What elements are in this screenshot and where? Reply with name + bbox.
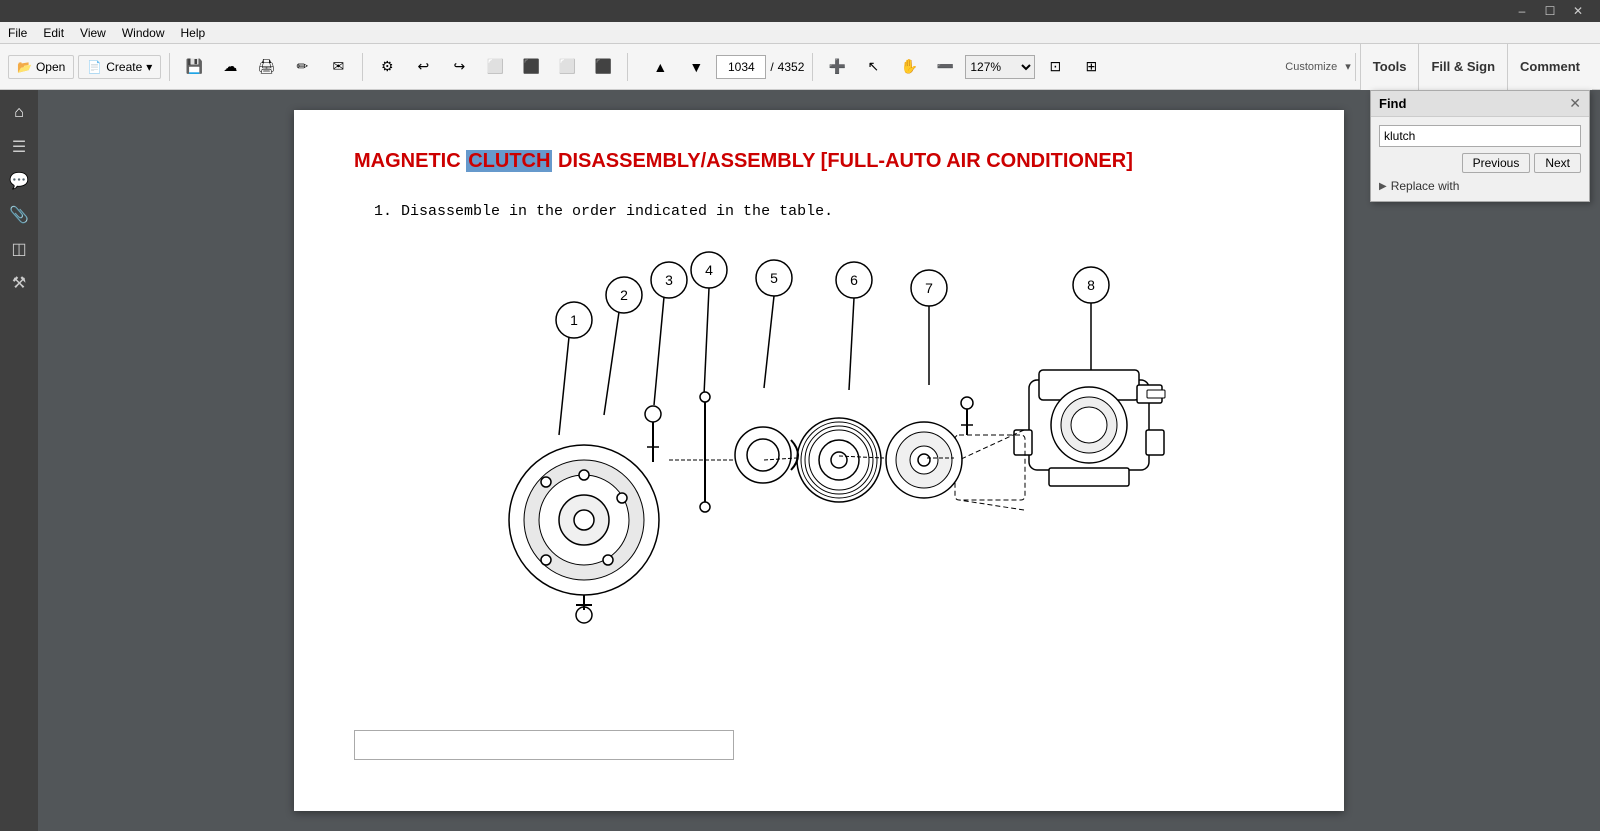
page-separator: / [770, 60, 773, 74]
page-number-input[interactable] [716, 55, 766, 79]
open-icon: 📂 [17, 60, 32, 74]
divider-1 [169, 53, 170, 81]
hand-tool-button[interactable]: ✋ [893, 51, 925, 83]
create-button[interactable]: 📄 Create ▾ [78, 55, 161, 79]
diagram-area: 8 [354, 240, 1284, 710]
left-sidebar: ⌂ ☰ 💬 📎 ◫ ⚒ [0, 90, 38, 831]
comment-button[interactable]: Comment [1507, 44, 1592, 90]
sidebar-item-layers[interactable]: ◫ [4, 234, 34, 264]
pdf-page: MAGNETIC CLUTCH DISASSEMBLY/ASSEMBLY [FU… [294, 110, 1344, 811]
replace-label: Replace with [1391, 179, 1460, 193]
customize-arrow-icon: ▾ [1345, 60, 1351, 73]
open-button[interactable]: 📂 Open [8, 55, 74, 79]
parts-diagram: 8 [469, 240, 1169, 710]
svg-text:8: 8 [1087, 277, 1095, 293]
export-pdf-button[interactable]: ⬛ [587, 51, 619, 83]
sidebar-item-home[interactable]: ⌂ [4, 98, 34, 128]
right-tools: Customize ▾ Tools Fill & Sign Comment [1285, 44, 1592, 90]
toolbar: 📂 Open 📄 Create ▾ 💾 ☁ 🖨 ✏ ✉ ⚙ ↩ ↪ ⬜ ⬛ ⬜ … [0, 44, 1600, 90]
find-title: Find [1379, 96, 1406, 111]
create-icon: 📄 [87, 60, 102, 74]
divider-4 [812, 53, 813, 81]
page-title: MAGNETIC CLUTCH DISASSEMBLY/ASSEMBLY [FU… [354, 150, 1284, 173]
fill-sign-button[interactable]: Fill & Sign [1418, 44, 1507, 90]
menu-file[interactable]: File [8, 26, 27, 40]
replace-arrow-icon: ▶ [1379, 181, 1387, 192]
sidebar-item-comments[interactable]: 💬 [4, 166, 34, 196]
save-cloud-button[interactable]: ☁ [214, 51, 246, 83]
create-label: Create [106, 60, 142, 74]
title-highlight: CLUTCH [466, 150, 552, 172]
select-tool-button[interactable]: ↖ [857, 51, 889, 83]
svg-text:1: 1 [570, 312, 578, 328]
menubar: File Edit View Window Help [0, 22, 1600, 44]
svg-text:7: 7 [925, 280, 933, 296]
page-navigation: ▲ ▼ / 4352 [644, 51, 804, 83]
find-header: Find ✕ [1371, 91, 1589, 117]
svg-text:4: 4 [705, 262, 713, 278]
svg-text:2: 2 [620, 287, 628, 303]
tools-button[interactable]: Tools [1360, 44, 1419, 90]
insert-button[interactable]: ⬜ [551, 51, 583, 83]
find-buttons: Previous Next [1379, 153, 1581, 173]
replace-with-toggle[interactable]: ▶ Replace with [1379, 179, 1581, 193]
window-controls[interactable]: – ☐ ✕ [1508, 0, 1592, 22]
extract-button[interactable]: ⬜ [479, 51, 511, 83]
customize-label[interactable]: Customize [1285, 61, 1337, 73]
zoom-in-button[interactable]: ➕ [821, 51, 853, 83]
divider-2 [362, 53, 363, 81]
next-button[interactable]: Next [1534, 153, 1581, 173]
menu-edit[interactable]: Edit [43, 26, 64, 40]
menu-view[interactable]: View [80, 26, 106, 40]
menu-window[interactable]: Window [122, 26, 165, 40]
undo-button[interactable]: ↩ [407, 51, 439, 83]
find-close-button[interactable]: ✕ [1569, 95, 1581, 112]
maximize-button[interactable]: ☐ [1536, 0, 1564, 22]
find-body: Previous Next ▶ Replace with [1371, 117, 1589, 201]
svg-text:3: 3 [665, 272, 673, 288]
svg-text:5: 5 [770, 270, 778, 286]
settings-button[interactable]: ⚙ [371, 51, 403, 83]
create-dropdown-icon: ▾ [146, 60, 152, 74]
close-button[interactable]: ✕ [1564, 0, 1592, 22]
prev-page-button[interactable]: ▲ [644, 51, 676, 83]
parts-table-preview [354, 730, 734, 760]
main-layout: ⌂ ☰ 💬 📎 ◫ ⚒ MAGNETIC CLUTCH DISASSEMBLY/… [0, 90, 1600, 831]
replace-button[interactable]: ⬛ [515, 51, 547, 83]
pdf-viewer-area[interactable]: MAGNETIC CLUTCH DISASSEMBLY/ASSEMBLY [FU… [38, 90, 1600, 831]
instruction-text: 1. Disassemble in the order indicated in… [374, 203, 1284, 220]
zoom-out-button[interactable]: ➖ [929, 51, 961, 83]
minimize-button[interactable]: – [1508, 0, 1536, 22]
previous-button[interactable]: Previous [1462, 153, 1531, 173]
zoom-select[interactable]: 127% [965, 55, 1035, 79]
redo-button[interactable]: ↪ [443, 51, 475, 83]
edit-button[interactable]: ✏ [286, 51, 318, 83]
divider-5 [1355, 53, 1356, 81]
open-label: Open [36, 60, 65, 74]
titlebar: – ☐ ✕ [0, 0, 1600, 22]
menu-help[interactable]: Help [181, 26, 206, 40]
print-button[interactable]: 🖨 [250, 51, 282, 83]
svg-text:6: 6 [850, 272, 858, 288]
next-page-button[interactable]: ▼ [680, 51, 712, 83]
find-panel: Find ✕ Previous Next ▶ Replace with [1370, 90, 1590, 202]
page-total: 4352 [778, 60, 805, 74]
email-button[interactable]: ✉ [322, 51, 354, 83]
fit-page-button[interactable]: ⊡ [1039, 51, 1071, 83]
sidebar-item-bookmarks[interactable]: ☰ [4, 132, 34, 162]
sidebar-item-attachments[interactable]: 📎 [4, 200, 34, 230]
title-part2: DISASSEMBLY/ASSEMBLY [FULL-AUTO AIR COND… [552, 150, 1132, 172]
divider-3 [627, 53, 628, 81]
save-button[interactable]: 💾 [178, 51, 210, 83]
sidebar-item-tools[interactable]: ⚒ [4, 268, 34, 298]
compressor-body [1014, 370, 1165, 486]
title-part1: MAGNETIC [354, 150, 466, 172]
fit-width-button[interactable]: ⊞ [1075, 51, 1107, 83]
find-search-input[interactable] [1379, 125, 1581, 147]
